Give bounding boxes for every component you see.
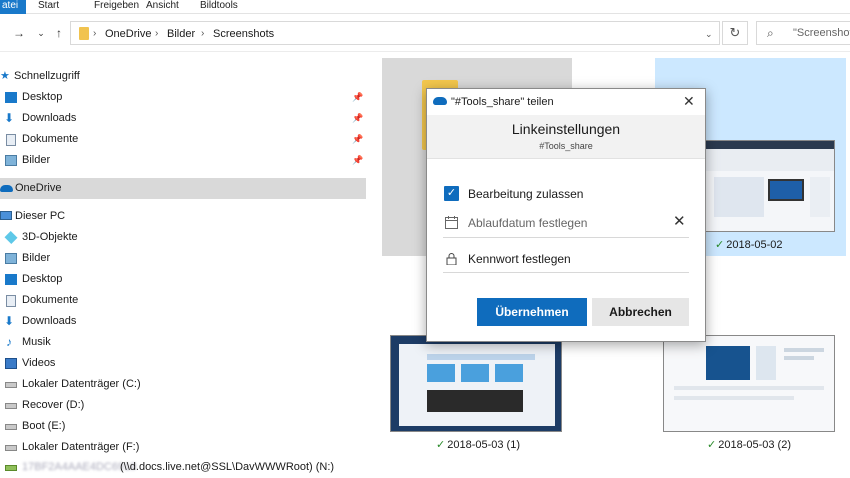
- nav-quick-access[interactable]: ★ Schnellzugriff: [0, 66, 366, 87]
- nav-pc-bilder[interactable]: Bilder: [0, 248, 366, 269]
- ribbon-tabs: atei Start Freigeben Ansicht Bildtools: [0, 0, 850, 14]
- sync-check-icon: ✓: [436, 439, 446, 451]
- address-bar[interactable]: › OneDrive › Bilder › Screenshots ⌄: [70, 21, 720, 45]
- nav-drive-f[interactable]: Lokaler Datenträger (F:): [0, 437, 366, 458]
- pin-icon[interactable]: 📌: [352, 87, 363, 108]
- nav-pc-music[interactable]: ♪ Musik: [0, 332, 366, 353]
- tab-start[interactable]: Start: [38, 0, 59, 14]
- dialog-heading: Linkeinstellungen: [511, 121, 621, 137]
- password-option[interactable]: Kennwort festlegen: [443, 244, 689, 274]
- file-explorer-window: atei Start Freigeben Ansicht Bildtools →…: [0, 0, 850, 478]
- navigation-pane: ★ Schnellzugriff Desktop 📌 ⬇ Downloads 📌…: [0, 52, 368, 478]
- chevron-right-icon: ›: [201, 28, 205, 39]
- folder-icon: [79, 27, 89, 40]
- drive-icon: [5, 424, 17, 430]
- tab-ansicht[interactable]: Ansicht: [146, 0, 179, 14]
- tab-bildtools[interactable]: Bildtools: [200, 0, 238, 14]
- dialog-titlebar: "#Tools_share" teilen ✕: [427, 89, 705, 115]
- sync-check-icon: ✓: [707, 439, 717, 451]
- file-caption-3: ✓ 2018-05-03 (2): [707, 439, 791, 451]
- up-arrow-icon[interactable]: ↑: [52, 26, 66, 40]
- nav-quick-bilder[interactable]: Bilder 📌: [0, 150, 366, 171]
- calendar-icon: [445, 216, 458, 229]
- divider: [443, 237, 689, 238]
- nav-network-drive-n[interactable]: 17BF2A4AAE4DC6919 (\\d.docs.live.net@SSL…: [0, 457, 366, 478]
- nav-quick-downloads[interactable]: ⬇ Downloads 📌: [0, 108, 366, 129]
- breadcrumb-screenshots[interactable]: Screenshots: [213, 26, 274, 42]
- nav-quick-desktop[interactable]: Desktop 📌: [0, 87, 366, 108]
- allow-editing-label: Bearbeitung zulassen: [468, 187, 584, 201]
- document-icon: [6, 295, 16, 307]
- star-icon: ★: [0, 70, 10, 82]
- download-arrow-icon: ⬇: [4, 111, 15, 125]
- desktop-icon: [5, 92, 17, 103]
- sync-check-icon: ✓: [715, 239, 725, 251]
- back-arrow-icon[interactable]: →: [12, 26, 26, 40]
- cloud-icon: [433, 97, 447, 105]
- computer-icon: [0, 211, 12, 220]
- nav-this-pc[interactable]: Dieser PC: [0, 206, 366, 227]
- desktop-icon: [5, 274, 17, 285]
- pin-icon[interactable]: 📌: [352, 129, 363, 150]
- search-placeholder: "Screenshots: [793, 27, 850, 39]
- nav-pc-dokumente[interactable]: Dokumente: [0, 290, 366, 311]
- address-dropdown-icon[interactable]: ⌄: [705, 26, 713, 42]
- document-icon: [6, 134, 16, 146]
- expiry-date-label: Ablaufdatum festlegen: [468, 216, 588, 230]
- clear-x-icon[interactable]: ✕: [673, 212, 686, 230]
- checkbox-checked-icon[interactable]: ✓: [444, 186, 459, 201]
- nav-pc-downloads[interactable]: ⬇ Downloads: [0, 311, 366, 332]
- nav-drive-e[interactable]: Boot (E:): [0, 416, 366, 437]
- search-input[interactable]: ⌕ "Screenshots: [756, 21, 850, 45]
- nav-pc-desktop[interactable]: Desktop: [0, 269, 366, 290]
- lock-icon: [445, 252, 458, 266]
- expiry-date-option[interactable]: Ablaufdatum festlegen ✕: [443, 208, 689, 238]
- tab-file[interactable]: atei: [0, 0, 26, 14]
- nav-onedrive[interactable]: OneDrive: [0, 178, 366, 199]
- cancel-button[interactable]: Abbrechen: [592, 298, 689, 326]
- file-caption-2: ✓ 2018-05-03 (1): [436, 439, 520, 451]
- chevron-right-icon: ›: [155, 28, 159, 39]
- cube-icon: [4, 230, 18, 245]
- password-label: Kennwort festlegen: [468, 252, 571, 266]
- dialog-title: "#Tools_share" teilen: [451, 96, 554, 108]
- music-note-icon: ♪: [6, 335, 12, 349]
- search-icon: ⌕: [767, 26, 774, 40]
- allow-editing-option[interactable]: ✓ Bearbeitung zulassen: [443, 179, 689, 209]
- dialog-header: Linkeinstellungen #Tools_share: [427, 115, 705, 159]
- chevron-right-icon: ›: [93, 28, 97, 39]
- dialog-subheading: #Tools_share: [539, 141, 593, 151]
- screenshot-thumbnail[interactable]: [390, 335, 562, 432]
- address-row: → ⌄ ↑ › OneDrive › Bilder › Screenshots …: [0, 14, 850, 52]
- nav-pc-videos[interactable]: Videos: [0, 353, 366, 374]
- cloud-icon: [0, 185, 13, 192]
- nav-3d-objects[interactable]: 3D-Objekte: [0, 227, 366, 248]
- network-drive-icon: [5, 465, 17, 471]
- divider: [443, 272, 689, 273]
- download-arrow-icon: ⬇: [4, 314, 15, 328]
- file-caption-1: ✓ 2018-05-02: [715, 239, 783, 251]
- drive-icon: [5, 403, 17, 409]
- network-drive-path: (\\d.docs.live.net@SSL\DavWWWRoot) (N:): [120, 461, 335, 473]
- close-icon[interactable]: ✕: [683, 93, 695, 110]
- video-icon: [5, 358, 17, 369]
- refresh-icon[interactable]: ↻: [722, 21, 748, 45]
- tab-freigeben[interactable]: Freigeben: [94, 0, 139, 14]
- share-settings-dialog: "#Tools_share" teilen ✕ Linkeinstellunge…: [426, 88, 706, 342]
- pictures-icon: [5, 253, 17, 264]
- screenshot-thumbnail[interactable]: [663, 335, 835, 432]
- nav-drive-c[interactable]: Lokaler Datenträger (C:): [0, 374, 366, 395]
- pin-icon[interactable]: 📌: [352, 150, 363, 171]
- breadcrumb-bilder[interactable]: Bilder: [167, 26, 195, 42]
- nav-quick-dokumente[interactable]: Dokumente 📌: [0, 129, 366, 150]
- drive-icon: [5, 382, 17, 388]
- recent-chevron-icon[interactable]: ⌄: [34, 26, 48, 40]
- nav-drive-d[interactable]: Recover (D:): [0, 395, 366, 416]
- drive-icon: [5, 445, 17, 451]
- screenshot-thumbnail: [705, 140, 835, 232]
- pin-icon[interactable]: 📌: [352, 108, 363, 129]
- pictures-icon: [5, 155, 17, 166]
- apply-button[interactable]: Übernehmen: [477, 298, 587, 326]
- breadcrumb-onedrive[interactable]: OneDrive: [105, 26, 151, 42]
